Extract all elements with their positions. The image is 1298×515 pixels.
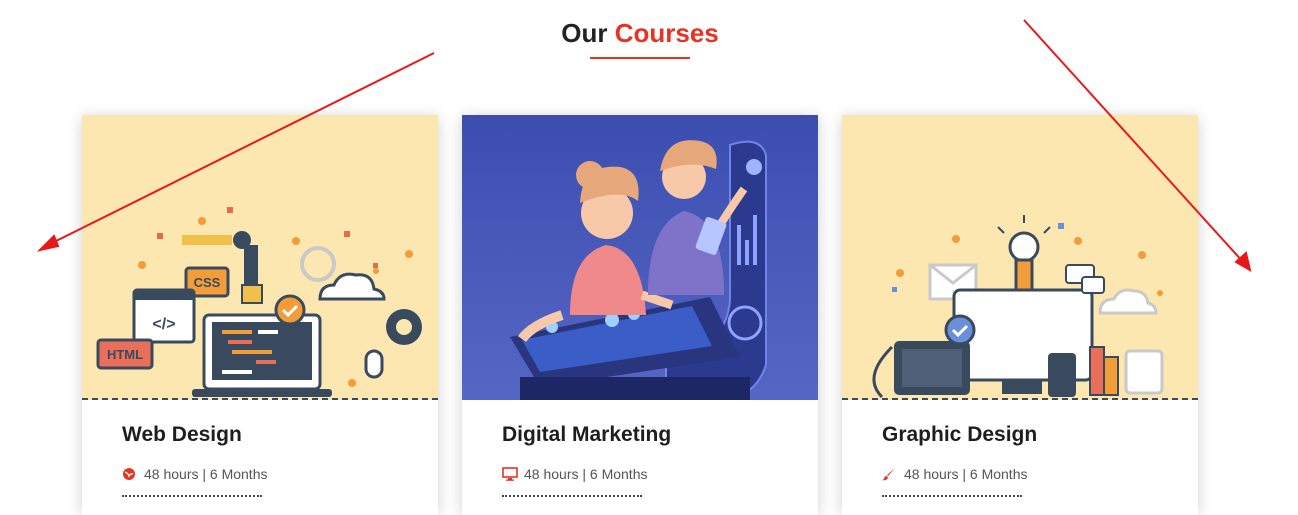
course-card-digital-marketing[interactable]: Digital Marketing 48 hours | 6 Months xyxy=(462,115,818,515)
html-tag-label: HTML xyxy=(107,347,143,362)
section-title: Our Courses xyxy=(0,18,1280,49)
digital-marketing-illustration xyxy=(462,115,818,400)
css-tag-label: CSS xyxy=(194,275,221,290)
graphic-design-illustration xyxy=(842,115,1198,400)
course-meta-text: 48 hours | 6 Months xyxy=(904,466,1028,482)
description-preview xyxy=(122,495,262,503)
title-accent: Courses xyxy=(614,18,719,48)
course-title[interactable]: Graphic Design xyxy=(882,423,1037,447)
globe-icon xyxy=(122,467,136,481)
description-preview xyxy=(882,495,1022,503)
monitor-icon xyxy=(502,467,518,481)
brush-icon xyxy=(882,467,896,481)
left-arrow-head xyxy=(36,234,60,252)
web-design-illustration: CSS </> HTML xyxy=(82,115,438,400)
code-tag-label: </> xyxy=(152,316,175,333)
course-title[interactable]: Web Design xyxy=(122,423,242,447)
title-underline xyxy=(590,57,690,59)
course-meta: 48 hours | 6 Months xyxy=(882,466,1027,482)
right-arrow-head xyxy=(1234,251,1252,273)
course-card-graphic-design[interactable]: Graphic Design 48 hours | 6 Months xyxy=(842,115,1198,515)
course-title[interactable]: Digital Marketing xyxy=(502,423,671,447)
description-preview xyxy=(502,495,642,503)
course-meta: 48 hours | 6 Months xyxy=(502,466,647,482)
course-card-web-design[interactable]: CSS </> HTML Web Design 48 hours | 6 Mon… xyxy=(82,115,438,515)
course-meta-text: 48 hours | 6 Months xyxy=(524,466,648,482)
course-meta: 48 hours | 6 Months xyxy=(122,466,267,482)
title-prefix: Our xyxy=(561,18,608,48)
course-meta-text: 48 hours | 6 Months xyxy=(144,466,268,482)
